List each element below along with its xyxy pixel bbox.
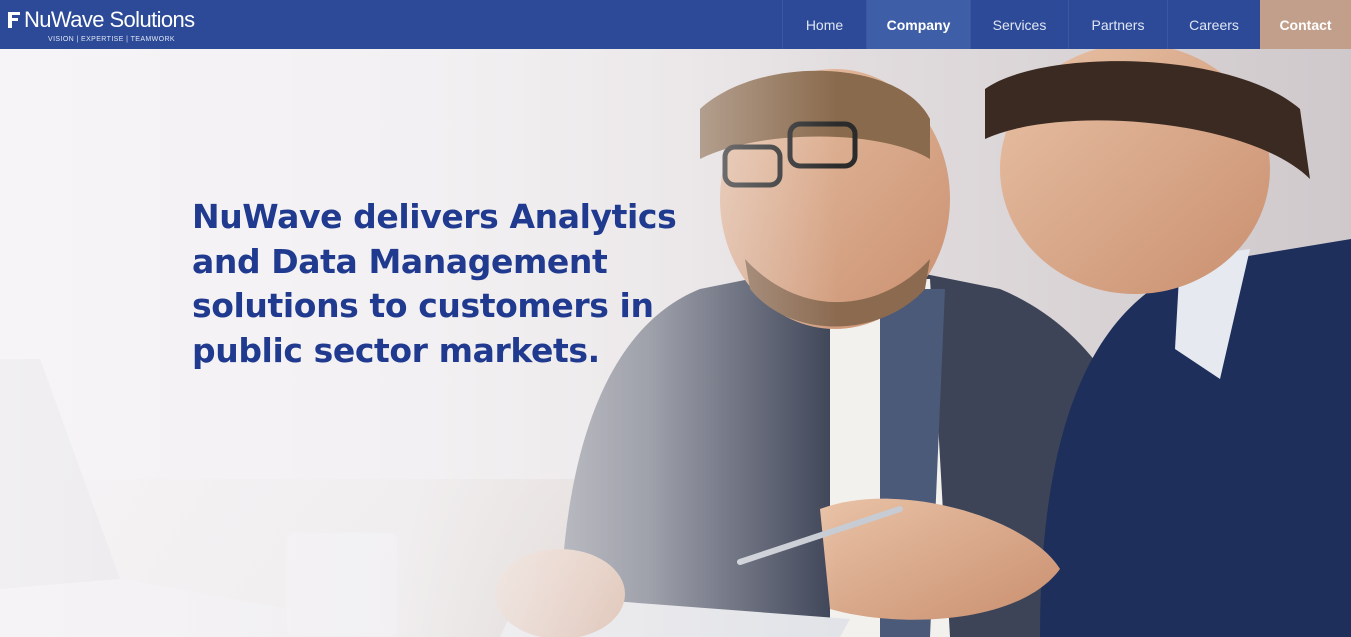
nav-partners[interactable]: Partners <box>1068 0 1167 49</box>
nav-services[interactable]: Services <box>970 0 1068 49</box>
hero-headline: NuWave delivers Analytics and Data Manag… <box>192 197 677 370</box>
nav-careers[interactable]: Careers <box>1167 0 1260 49</box>
nav-contact[interactable]: Contact <box>1260 0 1351 49</box>
top-navigation-bar: NuWave Solutions VISION | EXPERTISE | TE… <box>0 0 1351 49</box>
logo-mark-icon <box>8 12 20 28</box>
nav-home[interactable]: Home <box>782 0 866 49</box>
nav-company[interactable]: Company <box>866 0 970 49</box>
hero-banner: NuWave delivers Analytics and Data Manag… <box>0 49 1351 637</box>
brand-name: NuWave Solutions <box>24 7 195 32</box>
brand-tagline: VISION | EXPERTISE | TEAMWORK <box>48 36 176 43</box>
main-nav: Home Company Services Partners Careers C… <box>782 0 1351 49</box>
brand-logo[interactable]: NuWave Solutions VISION | EXPERTISE | TE… <box>8 6 208 46</box>
